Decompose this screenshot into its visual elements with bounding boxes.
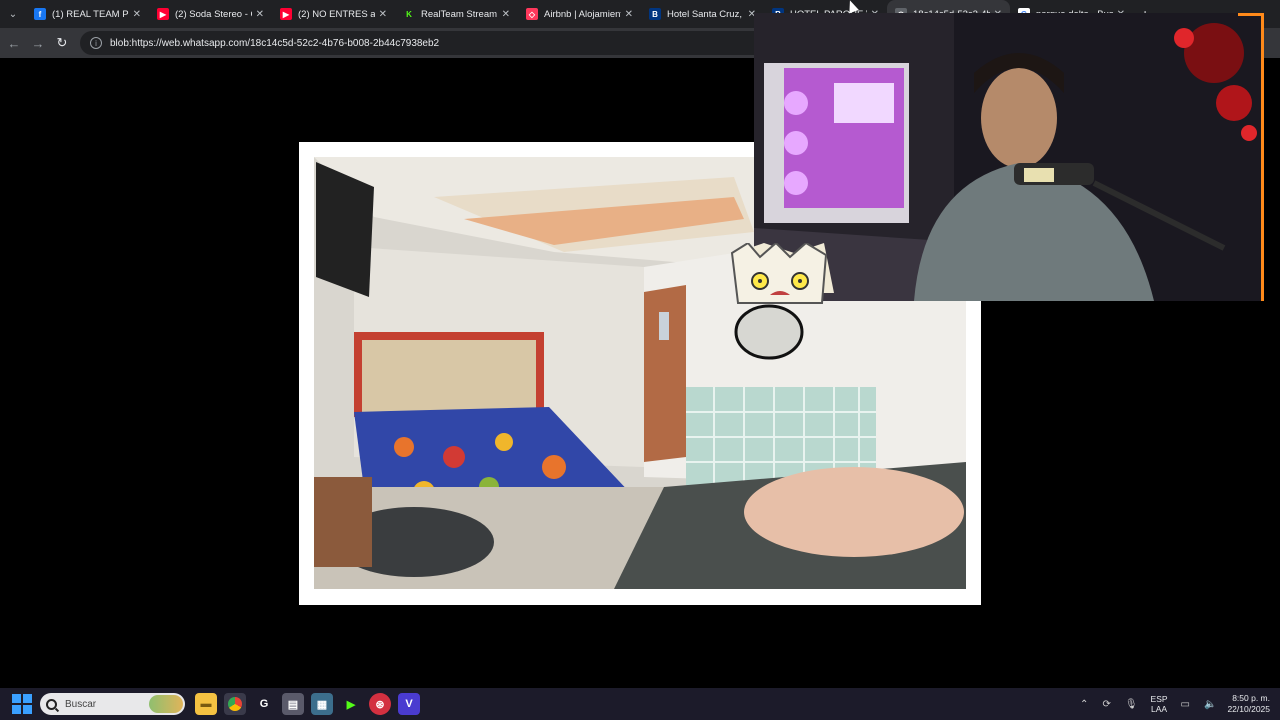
system-tray: ⌃ ⟳ 🎙 ESP LAA ▭ 🔈 8:50 p. m. 22/10/2025 <box>1073 693 1280 715</box>
tab-1[interactable]: ▶ (2) Soda Stereo - Co ✕ <box>149 0 272 28</box>
app-g-icon[interactable]: G <box>253 693 275 715</box>
tab-4[interactable]: ◇ Airbnb | Alojamiento ✕ <box>518 0 641 28</box>
webcam-frame-border <box>1238 13 1264 301</box>
close-icon[interactable]: ✕ <box>133 9 141 20</box>
file-explorer-icon[interactable]: ▬ <box>195 693 217 715</box>
url-text: blob:https://web.whatsapp.com/18c14c5d-5… <box>110 37 440 49</box>
close-icon[interactable]: ✕ <box>502 9 510 20</box>
clock-time: 8:50 p. m. <box>1232 693 1270 703</box>
search-highlight-icon <box>149 695 183 713</box>
youtube-icon: ▶ <box>157 8 169 20</box>
back-arrow-icon[interactable]: ← <box>2 31 26 55</box>
address-bar[interactable]: i blob:https://web.whatsapp.com/18c14c5d… <box>80 31 780 55</box>
tab-2[interactable]: ▶ (2) NO ENTRES a la T ✕ <box>272 0 395 28</box>
tab-title: Airbnb | Alojamiento <box>544 8 621 20</box>
search-icon <box>46 698 57 710</box>
lang-top: ESP <box>1150 694 1168 704</box>
webcam-scene <box>754 13 1264 301</box>
booking-icon: B <box>649 8 661 20</box>
facebook-icon: f <box>34 8 46 20</box>
info-icon[interactable]: i <box>90 37 102 49</box>
close-icon[interactable]: ✕ <box>256 9 264 20</box>
network-icon[interactable]: ▭ <box>1181 699 1190 710</box>
kick-icon: K <box>406 9 412 19</box>
tab-title: RealTeam Stream - W <box>421 8 498 20</box>
reload-icon[interactable]: ↻ <box>50 31 74 55</box>
v-app-icon[interactable]: V <box>398 693 420 715</box>
microphone-icon[interactable]: 🎙 <box>1125 699 1138 710</box>
calculator-icon[interactable]: ▦ <box>311 693 333 715</box>
close-icon[interactable]: ✕ <box>379 9 387 20</box>
language-indicator[interactable]: ESP LAA <box>1151 694 1168 714</box>
forward-arrow-icon[interactable]: → <box>26 31 50 55</box>
tab-title: Hotel Santa Cruz, Cu <box>667 8 744 20</box>
tab-title: (2) Soda Stereo - Co <box>175 8 252 20</box>
taskbar-search[interactable]: Buscar <box>40 693 185 715</box>
red-app-icon[interactable]: ⊛ <box>369 693 391 715</box>
chrome-icon[interactable] <box>224 693 246 715</box>
play-app-icon[interactable]: ▶ <box>340 693 362 715</box>
lang-bottom: LAA <box>1151 704 1168 714</box>
tab-3[interactable]: K RealTeam Stream - W ✕ <box>395 0 518 28</box>
chevron-up-icon[interactable]: ⌃ <box>1080 699 1088 710</box>
tab-title: (1) REAL TEAM PRRA <box>52 8 129 20</box>
speaker-icon[interactable]: 🔈 <box>1204 699 1216 710</box>
streamer-webcam-overlay <box>754 13 1264 301</box>
search-placeholder: Buscar <box>65 698 97 710</box>
sync-icon[interactable]: ⟳ <box>1102 699 1110 710</box>
youtube-icon: ▶ <box>280 8 292 20</box>
tab-5[interactable]: BHotel Santa Cruz, Cu✕ <box>641 0 764 28</box>
document-app-icon[interactable]: ▤ <box>282 693 304 715</box>
tab-title: (2) NO ENTRES a la T <box>298 8 375 20</box>
windows-start-icon[interactable] <box>12 694 32 714</box>
tab-0[interactable]: f (1) REAL TEAM PRRA ✕ <box>26 0 149 28</box>
tab-search-chevron-icon[interactable]: ⌄ <box>0 1 26 27</box>
crown-emote-sticker <box>730 241 830 308</box>
clock[interactable]: 8:50 p. m. 22/10/2025 <box>1227 693 1270 715</box>
airbnb-icon: ◇ <box>526 8 538 20</box>
windows-taskbar: Buscar ▬ G ▤ ▦ ▶ ⊛ V ⌃ ⟳ 🎙 ESP LAA ▭ 🔈 8… <box>0 688 1280 720</box>
clock-date: 22/10/2025 <box>1227 704 1270 714</box>
close-icon[interactable]: ✕ <box>625 9 633 20</box>
